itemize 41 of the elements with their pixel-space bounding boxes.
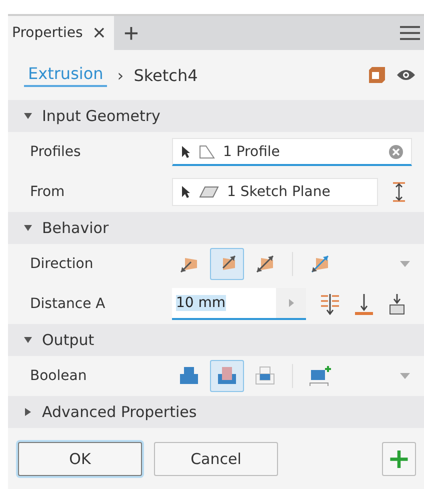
option-button[interactable] bbox=[210, 360, 244, 392]
property-label: Direction bbox=[30, 256, 94, 272]
to-body-icon bbox=[388, 293, 406, 315]
expand-arrow-icon bbox=[288, 299, 294, 307]
dropdown-caret-icon bbox=[400, 373, 410, 379]
section-header[interactable]: Behavior bbox=[8, 212, 424, 244]
selection-field[interactable]: 1 Profile bbox=[172, 138, 412, 166]
to-face-icon bbox=[354, 293, 374, 315]
collapse-caret-icon bbox=[24, 224, 32, 232]
cursor-icon bbox=[181, 185, 191, 199]
section-header[interactable]: Advanced Properties bbox=[8, 396, 424, 428]
flip-icon bbox=[392, 181, 406, 203]
breadcrumb-separator: › bbox=[117, 66, 124, 84]
profile-icon bbox=[199, 144, 215, 158]
menu-icon[interactable] bbox=[400, 25, 420, 41]
dropdown-caret-icon bbox=[400, 261, 410, 267]
add-tab-button[interactable]: + bbox=[116, 20, 147, 46]
clear-icon bbox=[389, 144, 403, 158]
collapse-caret-icon bbox=[24, 112, 32, 120]
property-label: From bbox=[30, 184, 66, 200]
expand-caret-icon bbox=[24, 408, 32, 416]
section-header[interactable]: Input Geometry bbox=[8, 100, 424, 132]
distance-field[interactable]: 10 mm bbox=[172, 288, 306, 320]
plane-icon bbox=[199, 186, 219, 198]
cube-icon bbox=[368, 66, 386, 84]
ok-button[interactable]: OK bbox=[18, 442, 142, 476]
close-tab-button[interactable]: × bbox=[92, 22, 106, 44]
property-label: Boolean bbox=[30, 368, 88, 384]
boolean-icon bbox=[308, 364, 332, 388]
section-header[interactable]: Output bbox=[8, 324, 424, 356]
properties-tab[interactable]: Properties × bbox=[8, 16, 114, 50]
cursor-icon bbox=[181, 144, 191, 158]
selection-field[interactable]: 1 Sketch Plane bbox=[172, 178, 378, 206]
option-button[interactable] bbox=[210, 248, 244, 280]
property-label: Profiles bbox=[30, 144, 82, 160]
collapse-caret-icon bbox=[24, 336, 32, 344]
measure-icon bbox=[320, 293, 340, 315]
property-label: Distance A bbox=[30, 296, 106, 312]
breadcrumb-current: Sketch4 bbox=[134, 66, 198, 84]
visibility-icon bbox=[396, 69, 416, 81]
cancel-button[interactable]: Cancel bbox=[154, 442, 278, 476]
